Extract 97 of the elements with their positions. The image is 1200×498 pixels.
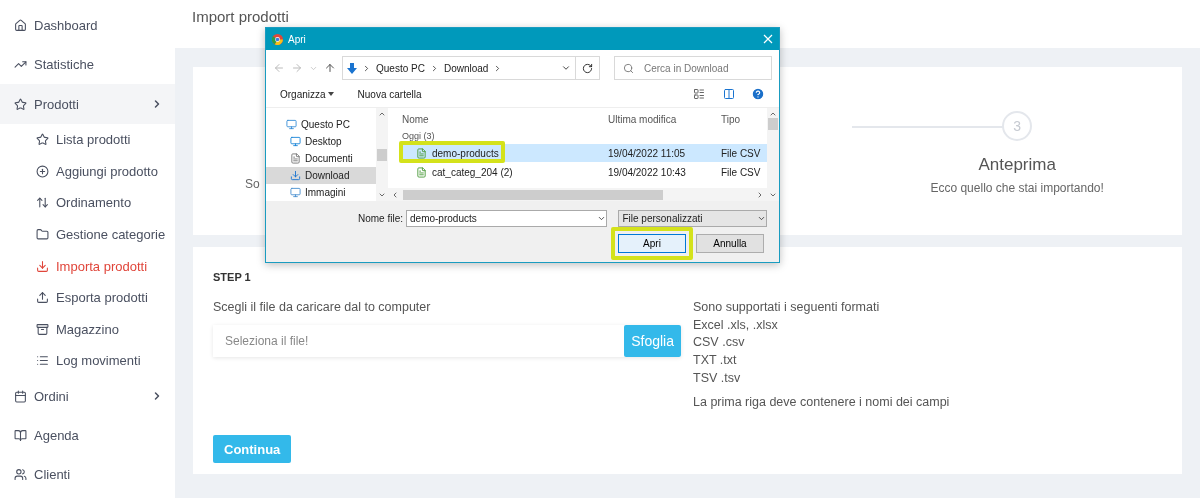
folder-icon [36, 228, 49, 242]
sidebar-item[interactable]: Agenda [0, 415, 175, 455]
trend-icon [14, 58, 27, 71]
star-icon [36, 133, 49, 147]
download-icon [36, 259, 49, 273]
address-bar[interactable]: Questo PC Download [342, 56, 576, 80]
step-description: Ecco quello che stai importando! [930, 181, 1104, 195]
scroll-left-icon[interactable] [391, 190, 399, 199]
file-field[interactable]: Seleziona il file! [213, 324, 625, 357]
document-icon [290, 153, 301, 164]
preview-pane-icon[interactable] [723, 88, 735, 100]
breadcrumb-item[interactable]: Questo PC [376, 62, 425, 74]
sidebar-subitem[interactable]: Ordinamento [0, 187, 175, 219]
view-icon[interactable] [693, 88, 705, 100]
format-item: CSV .csv [693, 334, 746, 352]
filename-label: Nome file: [358, 213, 403, 224]
search-icon [623, 62, 634, 74]
monitor-icon [286, 119, 297, 130]
scrollbar[interactable] [376, 108, 388, 201]
sidebar-subitem[interactable]: Gestione categorie [0, 218, 175, 251]
formats-title: Sono supportati i seguenti formati [693, 299, 881, 316]
scroll-down-icon[interactable] [769, 191, 777, 199]
column-header[interactable]: Ultima modifica [608, 113, 721, 125]
upload-prompt: Scegli il file da caricare dal to computer [213, 299, 432, 316]
upload-icon [36, 291, 49, 305]
format-item: TXT .txt [693, 352, 738, 370]
format-item: Excel .xls, .xlsx [693, 316, 779, 334]
up-down-arrow-icon [36, 196, 49, 210]
file-row[interactable]: cat_categ_204 (2) 19/04/2022 10:43 File CSV [402, 163, 767, 181]
step-number: 3 [1002, 111, 1033, 141]
new-folder-button[interactable]: Nuova cartella [357, 88, 422, 100]
sidebar-item[interactable]: Ordini [0, 376, 175, 416]
sidebar-item[interactable]: Clienti [0, 454, 175, 494]
sidebar-subitem[interactable]: Importa prodotti [0, 250, 175, 282]
column-header[interactable]: Nome [402, 113, 608, 125]
chevron-right-icon [362, 63, 371, 73]
step-heading: STEP 1 [213, 271, 252, 283]
sidebar-item[interactable]: Prodotti [0, 84, 175, 124]
refresh-button[interactable] [575, 56, 600, 80]
monitor-icon [290, 187, 301, 198]
sidebar-item[interactable]: Dashboard [0, 6, 175, 45]
plus-circle-icon [36, 164, 49, 178]
sidebar-subitem[interactable]: Esporta prodotti [0, 281, 175, 314]
nav-item[interactable]: Desktop [266, 133, 376, 150]
breadcrumb-item[interactable]: Download [443, 62, 489, 74]
notebook-icon [14, 428, 27, 442]
list-icon [36, 354, 49, 368]
step-description: So [245, 177, 260, 191]
column-header[interactable]: Tipo [721, 113, 767, 125]
users-icon [14, 467, 27, 481]
filename-field[interactable]: demo-products [406, 210, 608, 227]
file-icon [416, 147, 427, 159]
open-button[interactable]: Apri [618, 234, 686, 253]
calendar-icon [14, 389, 27, 403]
filter-dropdown[interactable]: File personalizzati [618, 210, 767, 227]
archive-icon [36, 322, 49, 336]
close-icon[interactable] [763, 34, 773, 44]
dialog-title: Apri [288, 33, 306, 45]
nav-item[interactable]: Download [266, 167, 376, 184]
sidebar-subitem[interactable]: Aggiungi prodotto [0, 155, 175, 188]
sidebar-subitem[interactable]: Magazzino [0, 313, 175, 346]
nav-item[interactable]: Immagini [266, 184, 376, 201]
sidebar-item[interactable]: Statistiche [0, 45, 175, 84]
scrollbar[interactable] [767, 108, 779, 201]
format-note: La prima riga deve contenere i nomi dei campi [693, 393, 951, 411]
nav-item[interactable]: Questo PC [266, 116, 376, 133]
organize-button[interactable]: Organizza [280, 88, 334, 100]
monitor-icon [290, 136, 301, 147]
sidebar-subitem[interactable]: Log movimenti [0, 345, 175, 377]
home-icon [14, 19, 27, 32]
file-icon [416, 166, 427, 178]
caret-icon [327, 92, 334, 96]
refresh-icon [582, 62, 593, 74]
chevron-down-icon[interactable] [561, 63, 571, 73]
scroll-up-icon[interactable] [769, 110, 777, 118]
scrollbar-thumb[interactable] [403, 189, 663, 200]
scroll-right-icon[interactable] [756, 190, 764, 199]
step-title: Anteprima [978, 155, 1056, 175]
up-icon[interactable] [324, 62, 336, 74]
cancel-button[interactable]: Annulla [696, 234, 764, 253]
chevron-down-icon [757, 214, 766, 223]
scrollbar-thumb[interactable] [377, 148, 387, 161]
star-icon [14, 97, 27, 111]
scroll-up-icon[interactable] [378, 110, 386, 118]
browser-icon [272, 33, 283, 45]
file-row[interactable]: demo-products 19/04/2022 11:05 File CSV [402, 144, 767, 162]
group-header[interactable]: Oggi (3) [388, 130, 435, 143]
chevron-down-icon[interactable] [597, 214, 607, 223]
nav-item[interactable]: Documenti [266, 150, 376, 167]
download-icon [347, 62, 357, 74]
search-field[interactable]: Cerca in Download [614, 56, 772, 80]
scrollbar-thumb[interactable] [768, 118, 778, 130]
download-icon [290, 170, 301, 181]
scroll-down-icon[interactable] [378, 191, 386, 199]
format-item: TSV .tsv [693, 369, 742, 387]
help-icon[interactable] [751, 87, 765, 101]
sidebar-subitem[interactable]: Lista prodotti [0, 124, 175, 156]
